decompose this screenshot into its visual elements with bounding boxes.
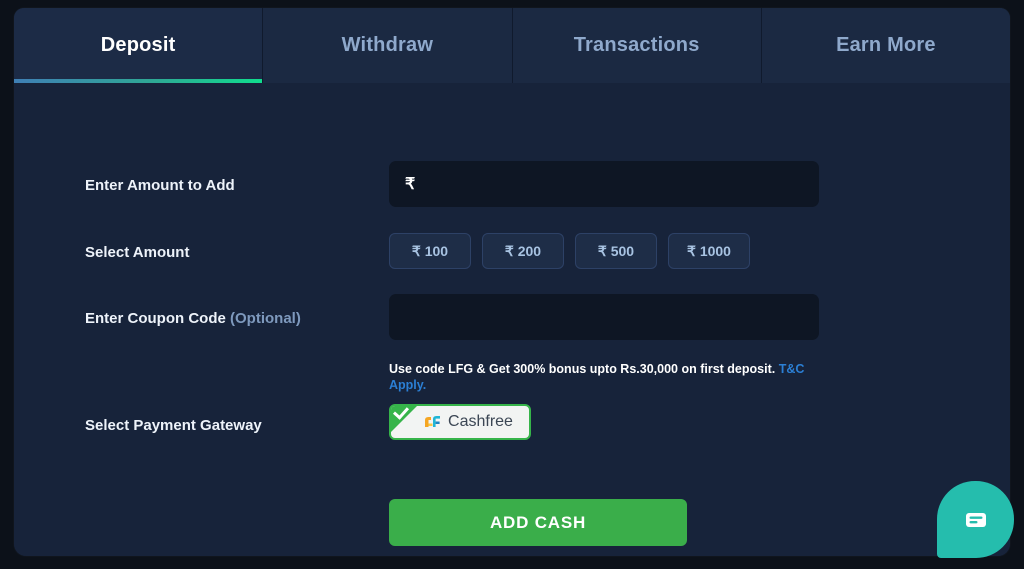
promo-code: LFG [448, 362, 474, 376]
amount-chip-1000[interactable]: ₹ 1000 [668, 233, 750, 269]
app-root: Deposit Withdraw Transactions Earn More … [0, 0, 1024, 569]
payment-gateway-label: Select Payment Gateway [85, 417, 262, 434]
tab-earn-more-label: Earn More [836, 34, 936, 56]
amount-field-label: Enter Amount to Add [85, 177, 235, 194]
gateway-option-cashfree[interactable]: Cashfree [389, 404, 531, 440]
amount-chip-500[interactable]: ₹ 500 [575, 233, 657, 269]
tab-transactions-label: Transactions [573, 34, 700, 56]
tab-deposit[interactable]: Deposit [14, 8, 264, 83]
amount-input-wrapper[interactable]: ₹ [389, 161, 819, 207]
coupon-label-optional: (Optional) [230, 310, 301, 327]
coupon-input-wrapper[interactable] [389, 294, 819, 340]
select-amount-label: Select Amount [85, 244, 190, 261]
amount-chip-100[interactable]: ₹ 100 [389, 233, 471, 269]
deposit-form: Enter Amount to Add ₹ Select Amount ₹ 10… [14, 83, 1010, 556]
tab-transactions[interactable]: Transactions [512, 8, 762, 83]
amount-chip-200[interactable]: ₹ 200 [482, 233, 564, 269]
cashfree-wordmark: Cashfree [448, 413, 513, 430]
cashfree-mark-icon [425, 416, 441, 427]
tab-earn-more[interactable]: Earn More [761, 8, 1010, 83]
select-amount-chips: ₹ 100 ₹ 200 ₹ 500 ₹ 1000 [389, 233, 750, 269]
promo-middle: & Get 300% bonus upto Rs.30,000 on first… [473, 362, 779, 376]
cashfree-logo: Cashfree [407, 411, 513, 433]
promo-hint-text: Use code LFG & Get 300% bonus upto Rs.30… [389, 361, 829, 393]
coupon-label-text: Enter Coupon Code [85, 310, 230, 327]
payment-gateway-list: Cashfree [389, 404, 531, 440]
add-cash-button[interactable]: ADD CASH [389, 499, 687, 546]
promo-prefix: Use code [389, 362, 449, 376]
tab-withdraw[interactable]: Withdraw [263, 8, 513, 83]
chat-bubble-icon [965, 512, 986, 527]
wallet-tab-bar: Deposit Withdraw Transactions Earn More [14, 8, 1010, 83]
amount-input[interactable] [419, 174, 803, 194]
rupee-icon: ₹ [405, 176, 416, 193]
chat-support-button[interactable] [937, 481, 1014, 558]
tab-withdraw-label: Withdraw [341, 34, 434, 56]
selected-check-icon [391, 406, 417, 432]
tab-deposit-label: Deposit [100, 34, 176, 56]
coupon-input[interactable] [405, 307, 803, 327]
wallet-panel: Deposit Withdraw Transactions Earn More … [14, 8, 1010, 556]
coupon-field-label: Enter Coupon Code (Optional) [85, 310, 301, 327]
